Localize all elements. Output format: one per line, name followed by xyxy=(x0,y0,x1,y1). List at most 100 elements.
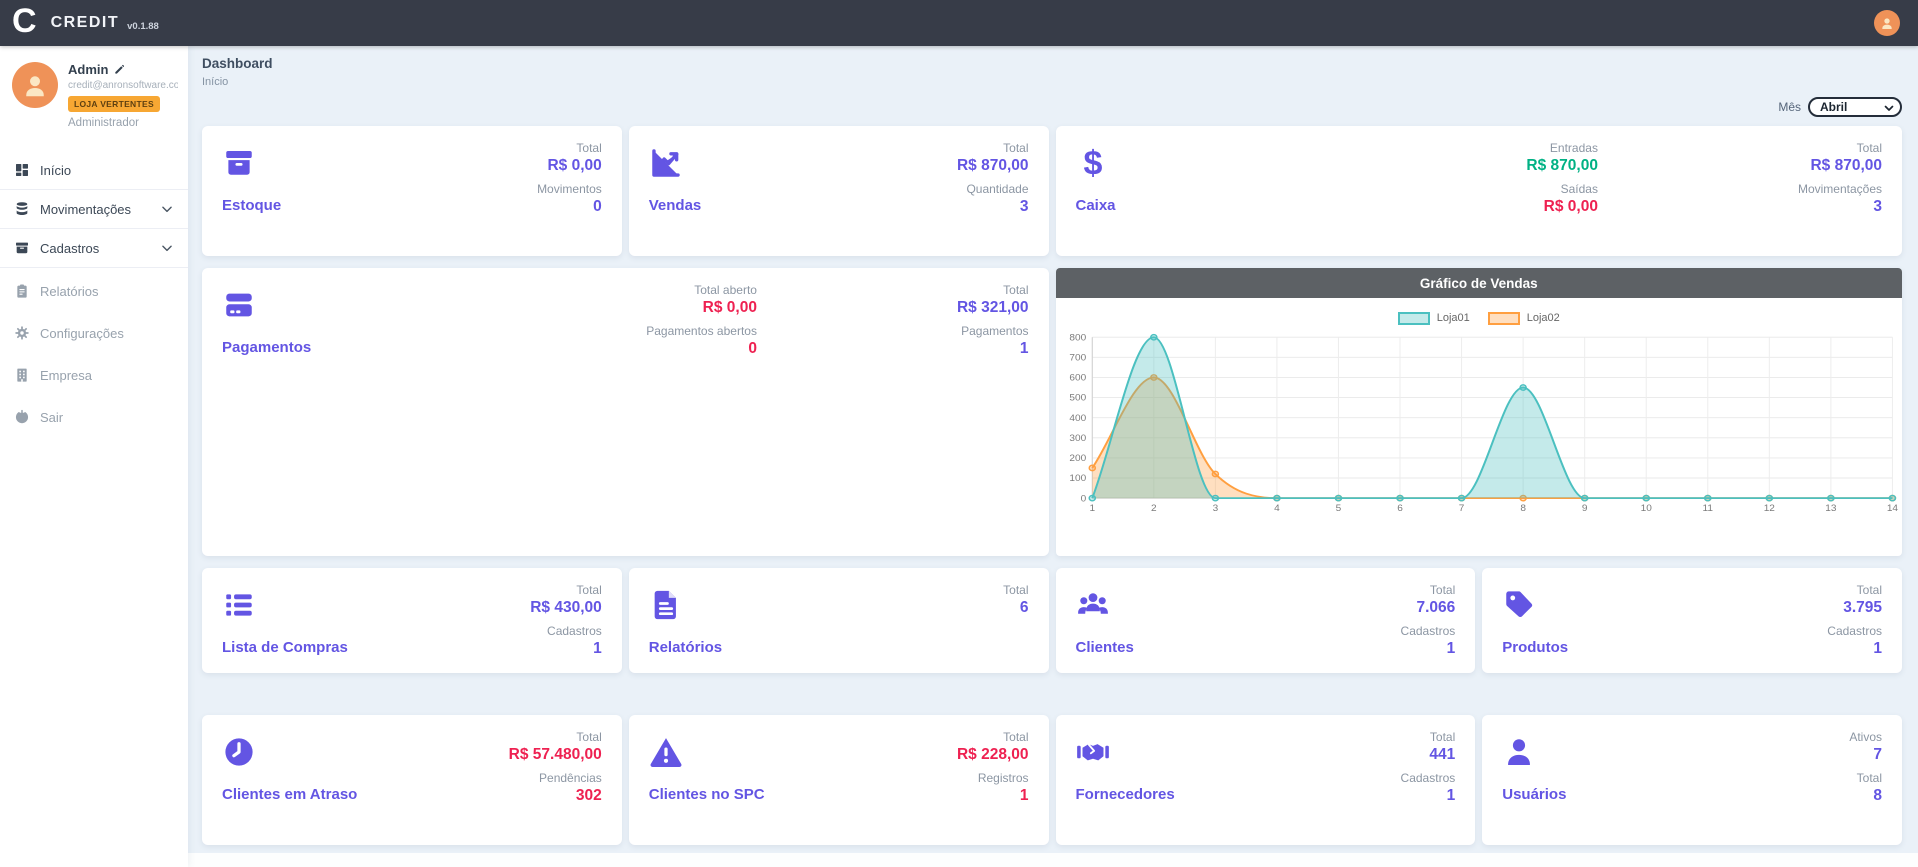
user-name: Admin xyxy=(68,62,108,77)
sidebar: Admin credit@anronsoftware.co... LOJA VE… xyxy=(0,46,188,867)
sidebar-item-movimentacoes[interactable]: Movimentações xyxy=(0,190,188,229)
stat-label: Pagamentos xyxy=(961,324,1028,338)
stat-label: Movimentações xyxy=(1798,182,1882,196)
stat-column: EntradasR$ 870,00SaídasR$ 0,00 xyxy=(1526,141,1598,223)
stat-value: 8 xyxy=(1873,787,1882,805)
stat-value: 1 xyxy=(1447,640,1456,658)
building-icon xyxy=(14,367,30,383)
svg-text:5: 5 xyxy=(1335,503,1341,513)
stat-label: Quantidade xyxy=(966,182,1028,196)
legend-item-loja02[interactable]: Loja02 xyxy=(1488,312,1560,325)
stat-label: Movimentos xyxy=(537,182,602,196)
stat-value: R$ 870,00 xyxy=(1526,157,1598,175)
svg-text:800: 800 xyxy=(1069,333,1086,343)
caixa-link[interactable]: Caixa xyxy=(1076,197,1116,214)
usuarios-link[interactable]: Usuários xyxy=(1502,786,1566,803)
sidebar-item-relatorios[interactable]: Relatórios xyxy=(0,272,188,310)
edit-pencil-icon[interactable] xyxy=(114,64,125,75)
stat-value: 441 xyxy=(1429,746,1455,764)
topbar: C CREDIT v0.1.88 xyxy=(0,0,1918,46)
legend-item-loja01[interactable]: Loja01 xyxy=(1398,312,1470,325)
stat-column: TotalR$ 57.480,00Pendências302 xyxy=(509,730,602,812)
sidebar-item-label: Cadastros xyxy=(40,241,99,256)
sales-area-chart: 0100200300400500600700800123456789101112… xyxy=(1056,330,1903,518)
stat-label: Total xyxy=(1003,583,1028,597)
topbar-avatar[interactable] xyxy=(1874,10,1900,36)
usuarios-card: Usuários Ativos7Total8 xyxy=(1482,715,1902,845)
svg-text:2: 2 xyxy=(1151,503,1157,513)
sidebar-item-configuracoes[interactable]: Configurações xyxy=(0,314,188,352)
svg-text:400: 400 xyxy=(1069,413,1086,423)
fornecedores-link[interactable]: Fornecedores xyxy=(1076,786,1175,803)
store-badge: LOJA VERTENTES xyxy=(68,96,160,112)
stat-value: 3 xyxy=(1020,198,1029,216)
stat-label: Total xyxy=(576,141,601,155)
page-title: Dashboard xyxy=(202,56,1902,71)
stat-column: Total6 xyxy=(1003,583,1028,624)
stat-value: 0 xyxy=(748,340,757,358)
stat-label: Total xyxy=(1430,583,1455,597)
clipboard-icon xyxy=(14,283,30,299)
legend-label: Loja02 xyxy=(1527,312,1560,324)
svg-text:700: 700 xyxy=(1069,353,1086,363)
sidebar-item-cadastros[interactable]: Cadastros xyxy=(0,229,188,268)
vendas-card: Vendas TotalR$ 870,00Quantidade3 xyxy=(629,126,1049,256)
stat-value: R$ 0,00 xyxy=(1544,198,1598,216)
sidebar-item-label: Movimentações xyxy=(40,202,131,217)
clientes-no-spc-link[interactable]: Clientes no SPC xyxy=(649,786,765,803)
database-icon xyxy=(14,201,30,217)
stat-value: R$ 0,00 xyxy=(547,157,601,175)
breadcrumb: Dashboard Início xyxy=(202,56,1902,88)
stat-value: 302 xyxy=(576,787,602,805)
pagamentos-link[interactable]: Pagamentos xyxy=(222,339,311,356)
legend-label: Loja01 xyxy=(1437,312,1470,324)
credit-card-icon xyxy=(222,309,256,326)
stat-label: Total aberto xyxy=(694,283,757,297)
svg-text:$: $ xyxy=(1083,146,1102,180)
dollar-icon: $ xyxy=(1076,167,1110,184)
legend-swatch xyxy=(1398,312,1430,325)
user-avatar[interactable] xyxy=(12,62,58,108)
stat-label: Cadastros xyxy=(1401,624,1456,638)
sidebar-item-empresa[interactable]: Empresa xyxy=(0,356,188,394)
clientes-card: Clientes Total7.066Cadastros1 xyxy=(1056,568,1476,673)
stat-label: Ativos xyxy=(1849,730,1882,744)
stat-column: Total abertoR$ 0,00Pagamentos abertos0 xyxy=(646,283,757,365)
sidebar-item-inicio[interactable]: Início xyxy=(0,151,188,190)
stat-label: Cadastros xyxy=(547,624,602,638)
archive-icon xyxy=(14,240,30,256)
stat-value: R$ 870,00 xyxy=(1810,157,1882,175)
sidebar-item-sair[interactable]: Sair xyxy=(0,398,188,436)
stat-value: R$ 321,00 xyxy=(957,299,1029,317)
person-icon xyxy=(1879,15,1895,31)
produtos-link[interactable]: Produtos xyxy=(1502,639,1568,656)
stat-label: Total xyxy=(1003,730,1028,744)
stat-value: R$ 0,00 xyxy=(703,299,757,317)
stat-column: Total441Cadastros1 xyxy=(1401,730,1456,812)
vendas-link[interactable]: Vendas xyxy=(649,197,702,214)
svg-text:200: 200 xyxy=(1069,454,1086,464)
stat-column: Total3.795Cadastros1 xyxy=(1827,583,1882,665)
stat-column: TotalR$ 228,00Registros1 xyxy=(957,730,1029,812)
stat-label: Total xyxy=(1003,283,1028,297)
stat-label: Total xyxy=(1857,583,1882,597)
stat-value: 3 xyxy=(1873,198,1882,216)
relatorios-link[interactable]: Relatórios xyxy=(649,639,722,656)
stat-label: Entradas xyxy=(1550,141,1598,155)
produtos-card: Produtos Total3.795Cadastros1 xyxy=(1482,568,1902,673)
app-logo: C xyxy=(12,2,37,41)
stat-value: R$ 430,00 xyxy=(530,599,602,617)
stat-value: R$ 228,00 xyxy=(957,746,1029,764)
user-role: Administrador xyxy=(68,117,178,129)
estoque-link[interactable]: Estoque xyxy=(222,197,281,214)
month-select[interactable]: Abril xyxy=(1808,97,1902,117)
stat-value: 0 xyxy=(593,198,602,216)
svg-text:13: 13 xyxy=(1825,503,1836,513)
svg-text:600: 600 xyxy=(1069,373,1086,383)
stat-label: Registros xyxy=(978,771,1029,785)
stat-column: TotalR$ 870,00Movimentações3 xyxy=(1798,141,1882,223)
lista-de-compras-link[interactable]: Lista de Compras xyxy=(222,639,348,656)
clientes-link[interactable]: Clientes xyxy=(1076,639,1134,656)
svg-text:9: 9 xyxy=(1581,503,1587,513)
clientes-em-atraso-link[interactable]: Clientes em Atraso xyxy=(222,786,357,803)
